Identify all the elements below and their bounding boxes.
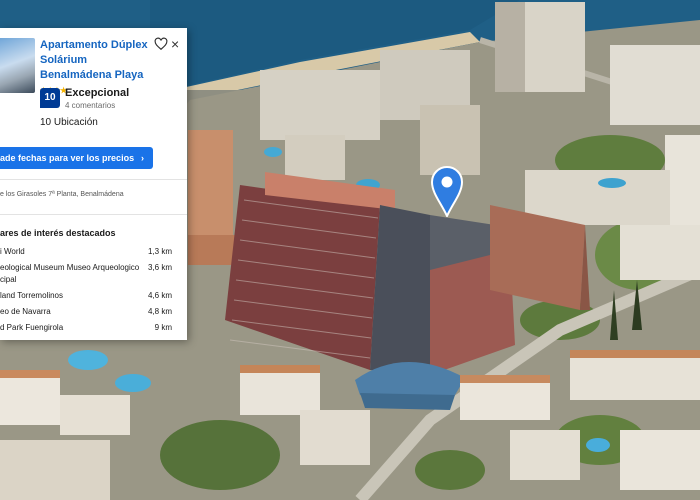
- poi-item: d Park Fuengirola 9 km: [0, 320, 187, 336]
- see-prices-label: ade fechas para ver los precios: [0, 153, 135, 163]
- divider: [0, 179, 187, 180]
- hotel-name-text[interactable]: Apartamento Dúplex Solárium Benalmádena …: [40, 39, 148, 81]
- close-icon[interactable]: ×: [171, 36, 179, 52]
- poi-distance: 4,8 km: [147, 307, 172, 316]
- poi-item: eo de Navarra 4,8 km: [0, 304, 187, 320]
- heart-icon[interactable]: [154, 37, 168, 51]
- hotel-address: e los Girasoles 7ª Planta, Benalmádena: [0, 191, 124, 198]
- divider: [0, 214, 187, 215]
- location-score: 10 Ubicación: [40, 117, 98, 128]
- poi-name: eo de Navarra: [0, 307, 51, 316]
- review-score-word: Excepcional: [65, 87, 130, 99]
- poi-name: eological Museum Museo Arqueologico cipa…: [0, 263, 140, 284]
- review-score-badge: 10: [40, 88, 60, 108]
- poi-distance: 1,3 km: [147, 247, 172, 256]
- poi-item: i World 1,3 km: [0, 244, 187, 260]
- poi-section-title: ares de interés destacados: [0, 228, 116, 238]
- map-pin-icon[interactable]: [430, 165, 464, 217]
- property-card: Apartamento Dúplex Solárium Benalmádena …: [0, 28, 187, 340]
- poi-list: i World 1,3 km eological Museum Museo Ar…: [0, 244, 187, 336]
- poi-distance: 3,6 km: [147, 263, 172, 272]
- review-count[interactable]: 4 comentarios: [65, 101, 115, 110]
- poi-distance: 9 km: [154, 323, 172, 332]
- poi-name: i World: [0, 247, 25, 256]
- poi-distance: 4,6 km: [147, 291, 172, 300]
- see-prices-button[interactable]: ade fechas para ver los precios ›: [0, 147, 153, 169]
- poi-name: d Park Fuengirola: [0, 323, 64, 332]
- poi-name: land Torremolinos: [0, 291, 63, 300]
- poi-item: land Torremolinos 4,6 km: [0, 288, 187, 304]
- hotel-thumbnail[interactable]: [0, 38, 35, 93]
- poi-item: eological Museum Museo Arqueologico cipa…: [0, 260, 187, 288]
- chevron-right-icon: ›: [141, 153, 144, 163]
